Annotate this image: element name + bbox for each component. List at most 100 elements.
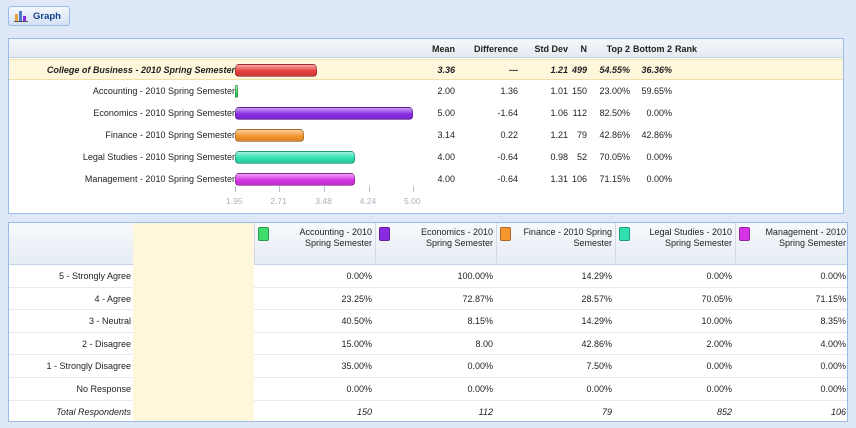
table-cell: 15.00% [341,338,372,349]
column-header[interactable]: Management - 2010 Spring Semester [735,223,849,265]
summary-cell-difference: -1.64 [497,108,518,118]
summary-cell-bottom2: 0.00% [646,108,672,118]
highlight-column [133,223,254,421]
summary-row: Management - 2010 Spring Semester 4.00 -0.… [9,169,843,190]
column-header[interactable]: Legal Studies - 2010 Spring Semester [615,223,735,265]
summary-cell-mean: 3.36 [437,65,455,75]
summary-cell-difference: --- [509,65,518,75]
summary-row: Accounting - 2010 Spring Semester 2.00 1.3… [9,81,843,102]
summary-row-label: Finance - 2010 Spring Semester [105,130,235,140]
table-cell: 852 [716,406,732,417]
row-label: 2 - Disagree [81,338,131,349]
column-header-label: Legal Studies - 2010 Spring Semester [649,227,732,248]
summary-col-n[interactable]: N [581,44,588,54]
summary-bar [235,129,305,142]
column-header-label: Accounting - 2010 Spring Semester [299,227,372,248]
row-label: 3 - Neutral [88,316,131,327]
summary-cell-n: 52 [576,152,587,162]
row-label: 1 - Strongly Disagree [46,361,131,372]
summary-cell-difference: 0.22 [500,130,518,140]
summary-row: Legal Studies - 2010 Spring Semester 4.00… [9,147,843,168]
column-header-label: Management - 2010 Spring Semester [765,227,846,248]
table-cell: 0.00% [346,384,372,394]
summary-row: Economics - 2010 Spring Semester 5.00 -1.6… [9,103,843,124]
table-cell: 42.86% [581,338,612,349]
summary-row-label: Legal Studies - 2010 Spring Semester [82,152,235,162]
table-cell: 4.00% [820,338,846,349]
table-cell: 0.00% [820,384,846,394]
summary-cell-std-dev: 1.01 [550,86,568,96]
column-header-label: Finance - 2010 Spring Semester [523,227,612,248]
summary-col-std-dev[interactable]: Std Dev [534,44,568,54]
table-cell: 0.00% [467,384,493,394]
summary-col-difference[interactable]: Difference [474,44,518,54]
summary-cell-top2: 70.05% [599,152,630,162]
table-cell: 28.57% [581,293,612,304]
table-cell: 23.25% [341,293,372,304]
series-swatch [739,227,750,241]
column-header[interactable]: Economics - 2010 Spring Semester [375,223,496,265]
summary-cell-mean: 4.00 [437,152,455,162]
summary-col-mean[interactable]: Mean [432,44,455,54]
row-label: 4 - Agree [94,293,131,304]
column-header[interactable]: Finance - 2010 Spring Semester [496,223,615,265]
summary-cell-bottom2: 42.86% [641,130,672,140]
table-cell: 8.35% [820,316,846,327]
summary-bar [235,64,318,77]
axis-tick-label: 3.48 [315,196,332,206]
table-cell: 106 [830,406,846,417]
axis-tick [279,186,281,192]
summary-cell-mean: 3.14 [437,130,455,140]
summary-bar [235,173,355,186]
summary-cell-bottom2: 0.00% [646,174,672,184]
summary-cell-std-dev: 1.21 [550,65,568,75]
summary-header: Mean Difference Std Dev N Top 2 Bottom 2 Rank [9,39,843,58]
summary-cell-difference: 1.36 [500,86,518,96]
summary-cell-mean: 4.00 [437,174,455,184]
summary-cell-n: 106 [571,174,587,184]
table-cell: 100.00% [457,271,493,281]
table-cell: 70.05% [701,293,732,304]
summary-cell-top2: 71.15% [599,174,630,184]
summary-col-rank[interactable]: Rank [675,44,697,54]
summary-cell-n: 79 [576,130,587,140]
summary-cell-std-dev: 1.21 [550,130,568,140]
axis-tick [368,186,370,192]
summary-cell-n: 150 [571,86,587,96]
series-swatch [500,227,511,241]
summary-row-label: Management - 2010 Spring Semester [84,174,235,184]
axis-tick [324,186,326,192]
summary-cell-n: 499 [571,65,587,75]
summary-cell-n: 112 [572,108,587,118]
column-header[interactable]: Accounting - 2010 Spring Semester [254,223,375,265]
table-cell: 0.00% [820,271,846,281]
summary-bar [235,151,355,164]
graph-button-label: Graph [33,10,61,22]
summary-cell-top2: 54.55% [599,65,630,75]
graph-button[interactable]: Graph [8,6,70,26]
summary-bar [235,85,238,98]
table-cell: 14.29% [581,316,612,327]
axis-tick [413,186,414,192]
table-cell: 150 [356,406,372,417]
summary-cell-bottom2: 0.00% [646,152,672,162]
row-label: 5 - Strongly Agree [58,271,131,281]
summary-row-label: Accounting - 2010 Spring Semester [92,86,235,96]
table-cell: 35.00% [341,361,372,372]
summary-row-label: Economics - 2010 Spring Semester [93,108,235,118]
summary-col-bottom-2[interactable]: Bottom 2 [633,44,672,54]
axis-tick [235,186,236,192]
series-swatch [258,227,269,241]
table-cell: 0.00% [346,271,372,281]
summary-panel: Mean Difference Std Dev N Top 2 Bottom 2 Rank … [8,38,844,214]
series-swatch [619,227,630,241]
table-cell: 0.00% [586,384,612,394]
summary-cell-difference: -0.64 [497,152,518,162]
table-cell: 40.50% [341,316,372,327]
summary-cell-top2: 42.86% [599,130,630,140]
table-cell: 8.00 [475,338,493,349]
summary-cell-mean: 2.00 [437,86,455,96]
summary-col-top-2[interactable]: Top 2 [607,44,630,54]
axis-tick-label: 5.00 [404,196,421,206]
table-cell: 0.00% [467,361,493,372]
